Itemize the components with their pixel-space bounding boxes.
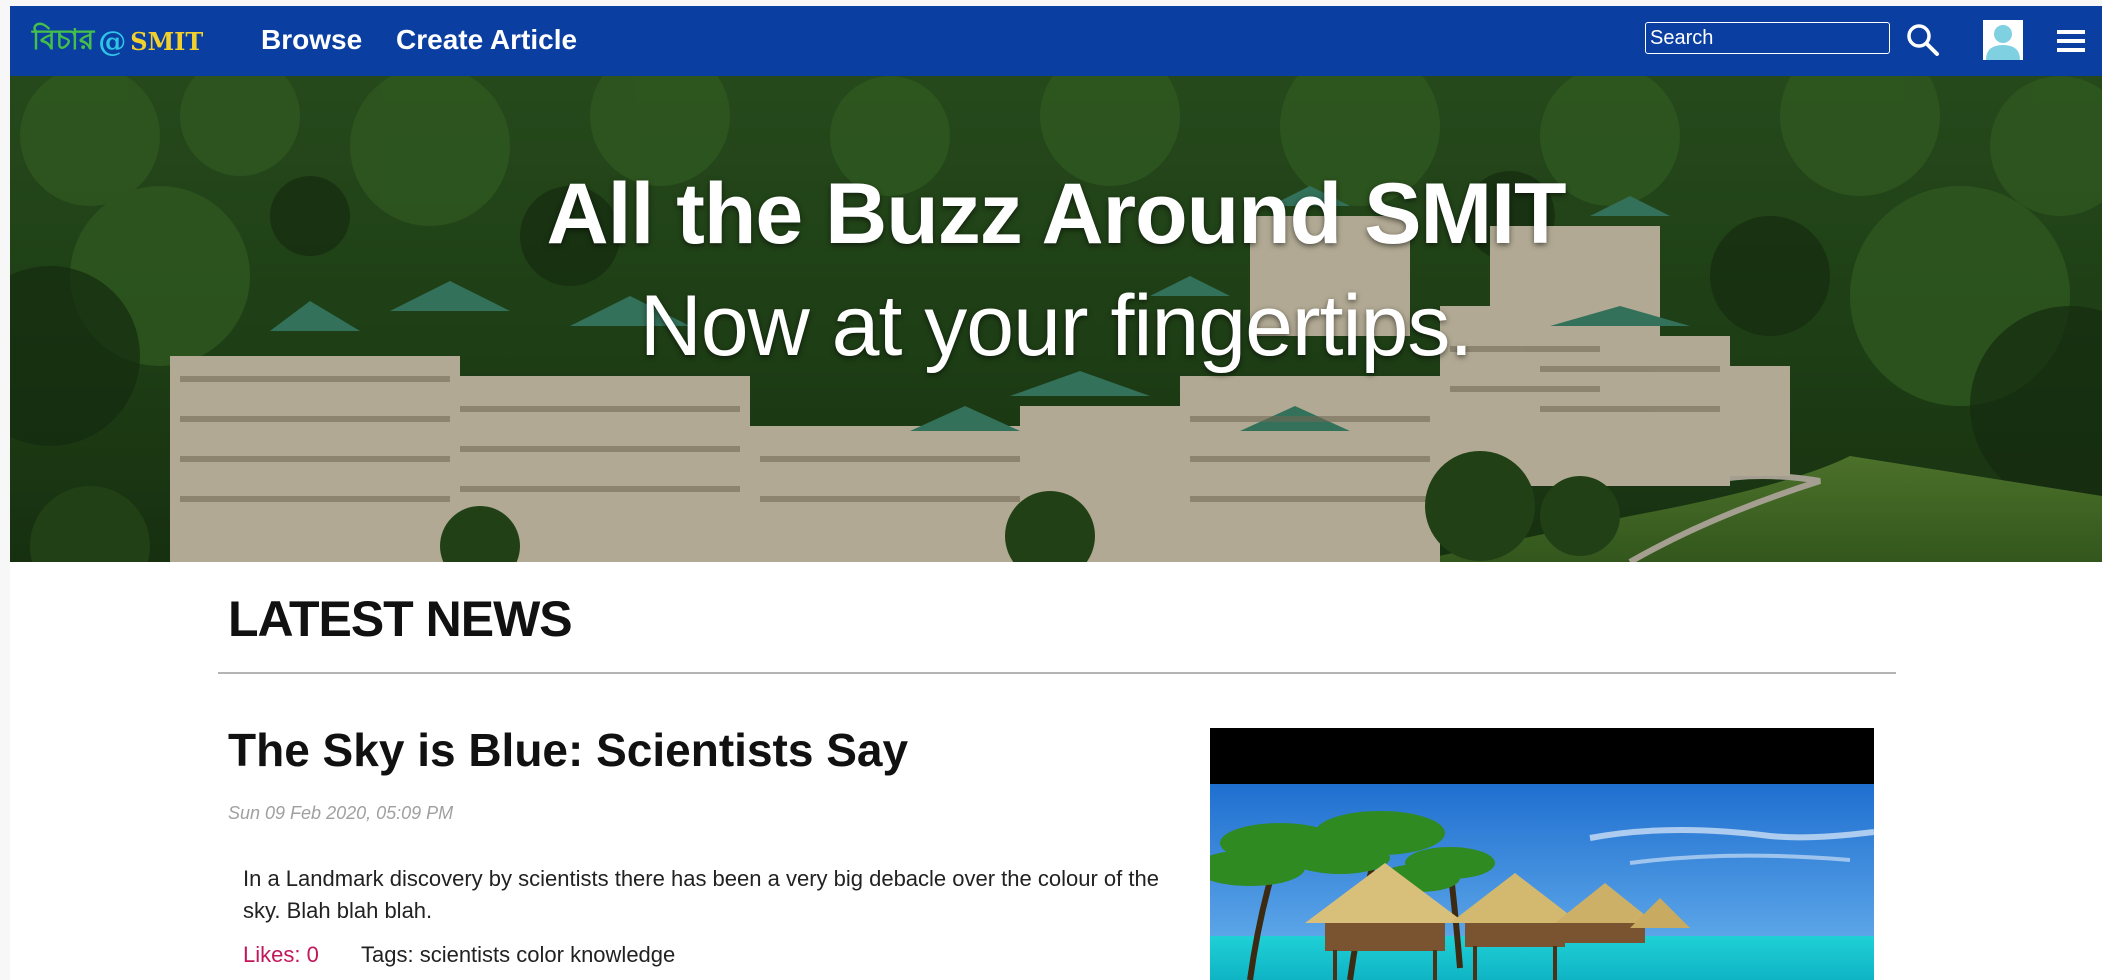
section-divider (218, 672, 1896, 674)
top-navbar: বিচার @ SMIT Browse Create Article (10, 6, 2102, 76)
nav-link-browse[interactable]: Browse (261, 24, 362, 56)
brand-at-sign: @ (98, 24, 127, 58)
hero-subtitle: Now at your fingertips. (639, 278, 1474, 374)
user-avatar[interactable] (1983, 20, 2023, 60)
article-likes[interactable]: Likes: 0 (243, 942, 319, 968)
article-thumbnail[interactable] (1210, 728, 1874, 980)
article-thumbnail-image (1210, 728, 1874, 980)
user-avatar-icon (1983, 20, 2023, 60)
article-date: Sun 09 Feb 2020, 05:09 PM (228, 803, 454, 823)
hamburger-menu-icon (2057, 30, 2085, 52)
search-icon (1907, 24, 1939, 56)
article-title[interactable]: The Sky is Blue: Scientists Say (228, 722, 908, 778)
nav-link-create-article[interactable]: Create Article (396, 24, 577, 56)
latest-news-heading: LATEST NEWS (228, 591, 573, 647)
hero-title: All the Buzz Around SMIT (546, 166, 1566, 262)
article-excerpt: In a Landmark discovery by scientists th… (243, 866, 1159, 923)
brand-script-text: বিচার (32, 22, 95, 56)
article-tags: Tags: scientists color knowledge (361, 942, 676, 967)
brand-name: SMIT (130, 26, 204, 56)
hamburger-menu-button[interactable] (2055, 26, 2087, 56)
search-button[interactable] (1905, 22, 1941, 58)
hero-banner: All the Buzz Around SMIT Now at your fin… (10, 76, 2102, 562)
page: বিচার @ SMIT Browse Create Article Searc… (10, 6, 2102, 980)
search-input[interactable] (1645, 22, 1890, 54)
brand-logo[interactable]: বিচার @ SMIT (32, 20, 203, 62)
